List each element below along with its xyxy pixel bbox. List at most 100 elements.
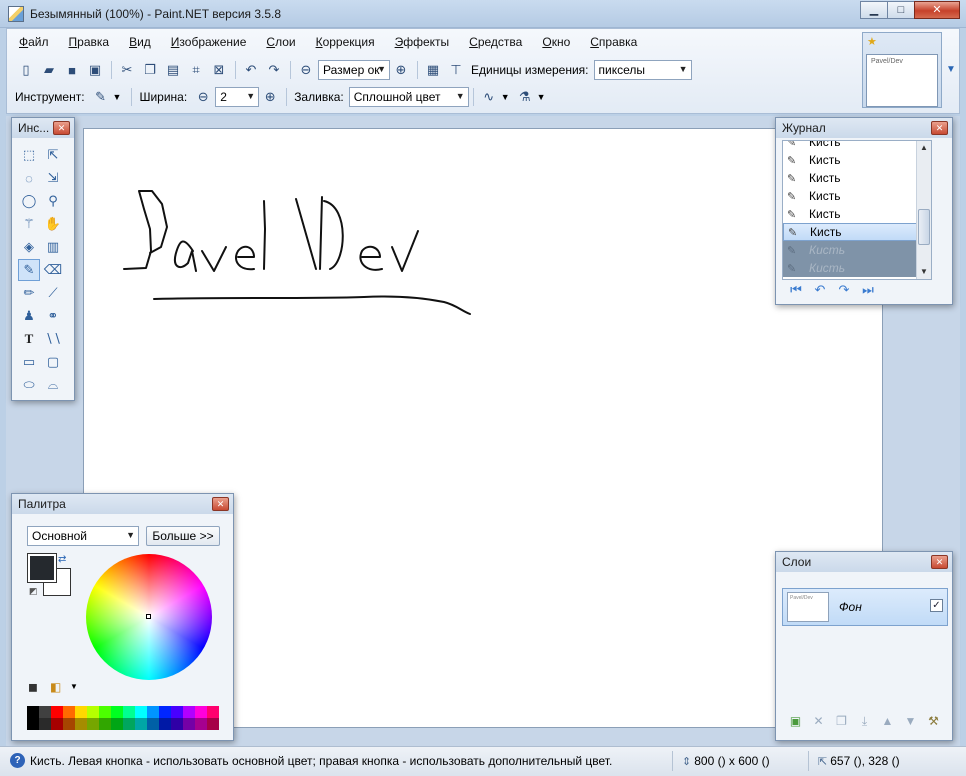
reset-colors-icon[interactable]: ◩ xyxy=(29,586,38,597)
palette-swatch[interactable] xyxy=(123,706,135,718)
chevron-down-icon[interactable]: ▼ xyxy=(70,682,78,691)
crop-icon[interactable]: ⌗ xyxy=(185,59,207,81)
freeform-shape-icon[interactable]: ⌓ xyxy=(42,374,64,396)
new-file-icon[interactable]: ▯ xyxy=(15,59,37,81)
magic-wand-icon[interactable]: ⚚ xyxy=(18,213,40,235)
palette-swatch[interactable] xyxy=(135,706,147,718)
history-item[interactable]: ✎ Кисть xyxy=(783,151,931,169)
move-layer-down-icon[interactable]: ▼ xyxy=(899,714,922,729)
history-item[interactable]: ✎ Кисть xyxy=(783,259,931,277)
palette-swatch[interactable] xyxy=(207,706,219,718)
history-item[interactable]: ✎ Кисть xyxy=(783,169,931,187)
palette-swatch[interactable] xyxy=(63,718,75,730)
more-button[interactable]: Больше >> xyxy=(146,526,220,546)
menu-item[interactable]: Эффекты xyxy=(385,33,460,51)
palette-swatch[interactable] xyxy=(183,706,195,718)
open-file-icon[interactable]: ▰ xyxy=(38,59,60,81)
ellipse-select-icon[interactable]: ◯ xyxy=(18,190,40,212)
palette-swatch[interactable] xyxy=(87,706,99,718)
copy-icon[interactable]: ❐ xyxy=(139,59,161,81)
antialiasing-icon[interactable]: ∿ xyxy=(478,86,500,108)
palette-swatch[interactable] xyxy=(99,718,111,730)
palette-window-close-button[interactable]: ✕ xyxy=(212,497,229,511)
history-item[interactable]: ✎ Кисть xyxy=(783,141,931,151)
delete-layer-icon[interactable]: ✕ xyxy=(807,714,830,729)
history-item[interactable]: ✎ Кисть xyxy=(783,187,931,205)
fill-select[interactable]: Сплошной цвет ▼ xyxy=(348,87,469,107)
palette-swatch[interactable] xyxy=(123,718,135,730)
gradient-icon[interactable]: ▥ xyxy=(42,236,64,258)
tabs-scroll-icon[interactable]: ▼ xyxy=(946,64,956,75)
image-tab-thumbnail[interactable]: ★ Pavel/Dev xyxy=(862,32,942,108)
width-combo[interactable]: 2 ▼ xyxy=(215,87,260,107)
palette-swatch[interactable] xyxy=(63,706,75,718)
add-color-icon[interactable]: ◼ xyxy=(28,680,38,694)
primary-color-swatch[interactable] xyxy=(27,553,57,583)
history-item[interactable]: ✎ Кисть xyxy=(783,205,931,223)
chevron-down-icon[interactable]: ▼ xyxy=(113,92,122,102)
menu-item[interactable]: Изображение xyxy=(161,33,257,51)
menu-item[interactable]: Файл xyxy=(9,33,59,51)
paintbrush-icon[interactable]: ✎ xyxy=(18,259,40,281)
chevron-down-icon[interactable]: ▼ xyxy=(537,92,546,102)
save-icon[interactable]: ■ xyxy=(61,59,83,81)
paste-icon[interactable]: ▤ xyxy=(162,59,184,81)
menu-item[interactable]: Слои xyxy=(256,33,305,51)
palette-swatch[interactable] xyxy=(39,718,51,730)
units-select[interactable]: пикселы ▼ xyxy=(593,60,692,80)
redo-step-icon[interactable]: ↷ xyxy=(832,282,856,298)
text-tool-icon[interactable]: T xyxy=(18,328,40,350)
rewind-icon[interactable]: ⏮ xyxy=(784,282,808,298)
scroll-down-icon[interactable]: ▼ xyxy=(917,265,931,279)
history-item[interactable]: ✎ Кисть xyxy=(783,241,931,259)
palette-swatch[interactable] xyxy=(171,718,183,730)
brush-tool-icon[interactable]: ✎ xyxy=(90,86,112,108)
menu-item[interactable]: Справка xyxy=(580,33,647,51)
pencil-icon[interactable]: ✏ xyxy=(18,282,40,304)
history-item[interactable]: ✎ Кисть xyxy=(783,223,931,241)
rectangle-select-icon[interactable]: ⬚ xyxy=(18,144,40,166)
palette-swatch[interactable] xyxy=(111,706,123,718)
undo-step-icon[interactable]: ↶ xyxy=(808,282,832,298)
blend-mode-icon[interactable]: ⚗ xyxy=(514,86,536,108)
palette-swatch[interactable] xyxy=(159,718,171,730)
palette-swatch[interactable] xyxy=(111,718,123,730)
print-icon[interactable]: ▣ xyxy=(84,59,106,81)
chevron-down-icon[interactable]: ▼ xyxy=(501,92,510,102)
history-window-close-button[interactable]: ✕ xyxy=(931,121,948,135)
menu-item[interactable]: Средства xyxy=(459,33,532,51)
palette-swatch[interactable] xyxy=(51,706,63,718)
paint-bucket-icon[interactable]: ◈ xyxy=(18,236,40,258)
color-wheel-cursor[interactable] xyxy=(146,614,151,619)
palette-swatch[interactable] xyxy=(147,718,159,730)
add-layer-icon[interactable]: ▣ xyxy=(784,714,807,729)
duplicate-layer-icon[interactable]: ❐ xyxy=(830,714,853,729)
palette-swatch[interactable] xyxy=(195,706,207,718)
line-curve-icon[interactable]: ∖∖ xyxy=(42,328,64,350)
history-scrollbar[interactable]: ▲ ▼ xyxy=(916,141,931,279)
palette-swatch[interactable] xyxy=(99,706,111,718)
palette-mode-select[interactable]: Основной ▼ xyxy=(27,526,139,546)
palette-swatch[interactable] xyxy=(171,706,183,718)
layer-row[interactable]: Pavel/Dev Фон ✓ xyxy=(782,588,948,626)
palette-swatch[interactable] xyxy=(87,718,99,730)
width-increase-icon[interactable]: ⊕ xyxy=(259,86,281,108)
merge-layer-down-icon[interactable]: ⤓ xyxy=(853,714,876,729)
palette-swatch[interactable] xyxy=(75,706,87,718)
palette-menu-icon[interactable]: ◧ xyxy=(50,680,61,694)
palette-swatch[interactable] xyxy=(183,718,195,730)
palette-swatch[interactable] xyxy=(51,718,63,730)
recolor-icon[interactable]: ⚭ xyxy=(42,305,64,327)
move-selection-icon[interactable]: ⇲ xyxy=(42,167,64,189)
fast-forward-icon[interactable]: ⏭ xyxy=(856,282,880,298)
palette-swatch[interactable] xyxy=(27,706,39,718)
palette-swatch[interactable] xyxy=(159,706,171,718)
palette-swatch[interactable] xyxy=(195,718,207,730)
zoom-combo[interactable]: Размер ок ▼ xyxy=(318,60,390,80)
maximize-button[interactable]: □ xyxy=(887,1,915,19)
eraser-icon[interactable]: ⌫ xyxy=(42,259,64,281)
ellipse-shape-icon[interactable]: ⬭ xyxy=(18,374,40,396)
zoom-tool-icon[interactable]: ⚲ xyxy=(42,190,64,212)
move-selected-pixels-icon[interactable]: ⇱ xyxy=(42,144,64,166)
width-decrease-icon[interactable]: ⊖ xyxy=(192,86,214,108)
